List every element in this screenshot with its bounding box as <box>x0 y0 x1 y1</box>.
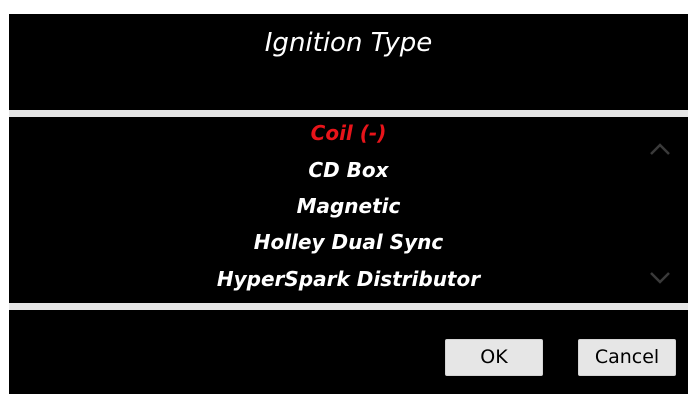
ok-button[interactable]: OK <box>445 339 543 376</box>
ignition-type-list[interactable]: Coil (-) CD Box Magnetic Holley Dual Syn… <box>9 117 688 303</box>
list-item-cd-box[interactable]: CD Box <box>9 157 688 183</box>
list-item-holley-dual-sync[interactable]: Holley Dual Sync <box>9 229 688 255</box>
cancel-button[interactable]: Cancel <box>578 339 676 376</box>
dialog-title: Ignition Type <box>264 28 433 58</box>
chevron-down-icon[interactable] <box>649 271 671 285</box>
dialog-header: Ignition Type <box>9 14 688 110</box>
list-item-coil-negative[interactable]: Coil (-) <box>9 120 688 146</box>
ignition-type-dialog: Ignition Type Coil (-) CD Box Magnetic H… <box>9 14 688 394</box>
top-divider <box>9 110 688 117</box>
list-item-hyperspark-distributor[interactable]: HyperSpark Distributor <box>9 266 688 292</box>
list-item-magnetic[interactable]: Magnetic <box>9 193 688 219</box>
bottom-divider <box>9 303 688 310</box>
chevron-up-icon[interactable] <box>649 142 671 156</box>
